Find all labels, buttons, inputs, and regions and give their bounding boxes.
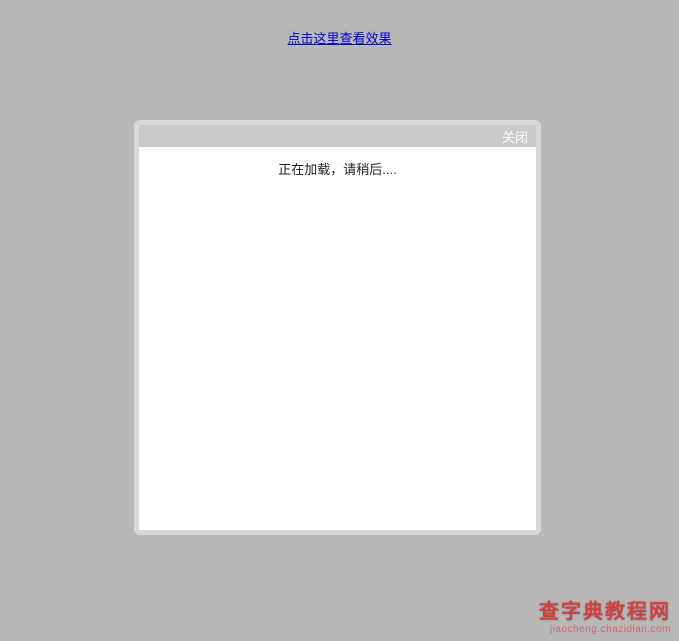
top-link-container: 点击这里查看效果 [0, 0, 679, 48]
watermark-main-text: 查字典教程网 [539, 602, 671, 622]
watermark-sub-text: jiaocheng.chazidian.com [539, 624, 671, 635]
watermark: 查字典教程网 jiaocheng.chazidian.com [539, 602, 671, 635]
loading-text: 正在加载，请稍后.... [278, 162, 396, 177]
close-button[interactable]: 关闭 [502, 127, 528, 146]
modal-dialog: 关闭 正在加载，请稍后.... [134, 120, 541, 535]
modal-header[interactable]: 关闭 [139, 125, 536, 147]
modal-body: 正在加载，请稍后.... [139, 147, 536, 178]
view-effect-link[interactable]: 点击这里查看效果 [287, 31, 391, 46]
